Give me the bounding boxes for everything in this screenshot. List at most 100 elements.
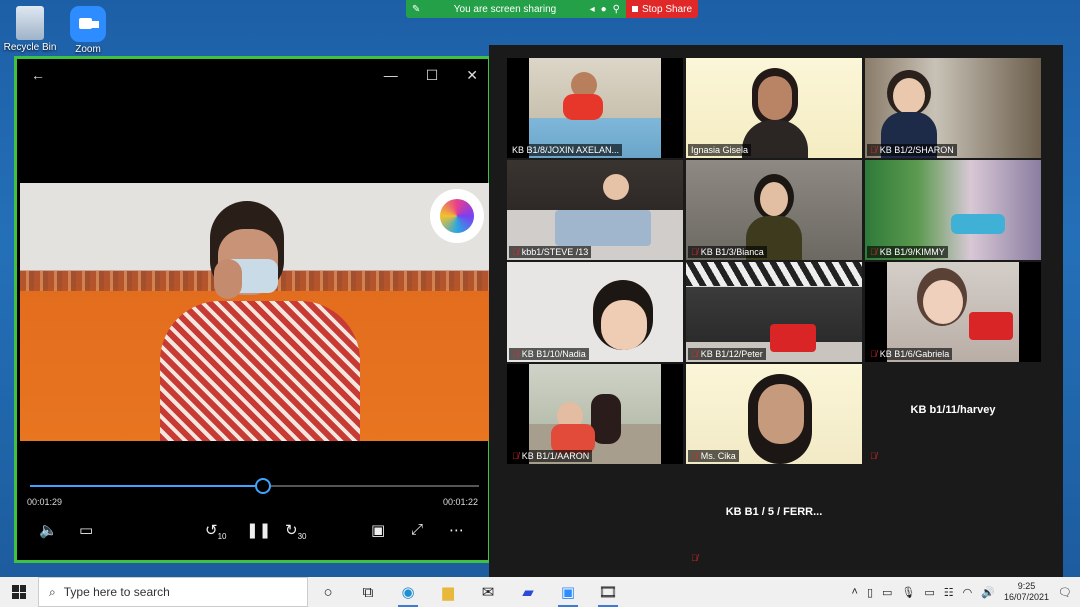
participant-tile[interactable]: 🎙̸ KB B1/10/Nadia bbox=[507, 262, 683, 362]
participant-tile[interactable]: 🎙̸ KB B1/3/Bianca bbox=[686, 160, 862, 260]
app-icon[interactable]: ▰ bbox=[508, 577, 548, 607]
stop-share-label: Stop Share bbox=[641, 3, 693, 15]
more-icon[interactable]: ⋯ bbox=[449, 521, 464, 539]
participant-tile-no-video[interactable]: KB b1/11/harvey 🎙̸ bbox=[865, 364, 1041, 464]
microphone-icon[interactable]: 🎙 bbox=[901, 586, 915, 599]
wifi-icon[interactable]: ◠ bbox=[963, 586, 973, 599]
player-titlebar: ← — ☐ ✕ bbox=[17, 59, 488, 91]
start-button[interactable] bbox=[0, 577, 38, 607]
seek-thumb[interactable] bbox=[255, 478, 272, 494]
clock[interactable]: 9:25 16/07/2021 bbox=[1004, 581, 1049, 603]
participant-tile[interactable]: 🎙̸ KB B1/1/AARON bbox=[507, 364, 683, 464]
participant-tile[interactable]: 🎙̸ kbb1/STEVE /13 bbox=[507, 160, 683, 260]
elapsed-time: 00:01:29 bbox=[27, 497, 63, 507]
windows-logo-icon bbox=[12, 585, 26, 599]
mic-muted-icon: 🎙̸ bbox=[512, 247, 519, 257]
shield-icon[interactable]: ⚲ bbox=[613, 4, 620, 15]
volume-icon[interactable]: 🔈 bbox=[39, 521, 58, 539]
media-player-window: ← — ☐ ✕ 00:01:29 00:01:22 🔈 ▭ ↺10 ❚❚ ↻30… bbox=[14, 56, 491, 563]
back-arrow-icon[interactable]: ← bbox=[31, 67, 45, 83]
taskbar-search-input[interactable]: ⌕ Type here to search bbox=[38, 577, 308, 607]
media-player-icon[interactable]: 🎞 bbox=[588, 577, 628, 607]
edge-icon[interactable]: ◉ bbox=[388, 577, 428, 607]
player-controls: 🔈 ▭ ↺10 ❚❚ ↻30 ▣ ⤢ ⋯ bbox=[17, 521, 488, 545]
recycle-bin-label: Recycle Bin bbox=[3, 42, 57, 53]
file-explorer-icon[interactable]: ▆ bbox=[428, 577, 468, 607]
participant-name: KB B1/8/JOXIN AXELAN... bbox=[509, 144, 623, 156]
zoom-icon[interactable]: ▣ bbox=[548, 577, 588, 607]
recycle-bin-desktop-icon[interactable]: Recycle Bin bbox=[0, 6, 60, 53]
participant-name: 🎙̸ kbb1/STEVE /13 bbox=[509, 246, 592, 258]
mail-icon[interactable]: ✉ bbox=[468, 577, 508, 607]
mic-muted-icon: 🎙̸ bbox=[870, 349, 877, 359]
forward-30-icon[interactable]: ↻30 bbox=[285, 521, 306, 541]
participant-tile[interactable]: 🎙̸ KB B1/12/Peter bbox=[686, 262, 862, 362]
zoom-desktop-icon[interactable]: Zoom bbox=[58, 6, 118, 55]
seek-bar[interactable] bbox=[30, 478, 479, 494]
participant-tile-no-video[interactable]: KB B1 / 5 / FERR... 🎙̸ bbox=[686, 466, 862, 566]
participant-tile[interactable]: 🎙̸ KB B1/2/SHARON bbox=[865, 58, 1041, 158]
share-status-text: You are screen sharing bbox=[453, 3, 557, 15]
task-view-icon[interactable]: ⧉ bbox=[348, 577, 388, 607]
presenter-figure bbox=[150, 201, 370, 441]
fullscreen-icon[interactable]: ⤢ bbox=[411, 521, 423, 538]
participant-tile[interactable]: 🎙̸ Ms. Cika bbox=[686, 364, 862, 464]
screen-share-bar: ✎ You are screen sharing ◂ ● ⚲ Stop Shar… bbox=[406, 0, 698, 18]
participant-name: 🎙̸ KB B1/2/SHARON bbox=[867, 144, 957, 156]
notifications-icon[interactable]: 🗨 bbox=[1058, 586, 1072, 599]
mic-muted-icon: 🎙̸ bbox=[512, 451, 519, 461]
seek-progress bbox=[30, 485, 264, 487]
mic-muted-icon: 🎙̸ bbox=[691, 349, 698, 359]
chevron-up-icon[interactable]: ˄ bbox=[852, 586, 858, 598]
participant-name: KB B1 / 5 / FERR... bbox=[725, 506, 823, 518]
mic-muted-icon: 🎙̸ bbox=[870, 451, 877, 461]
participant-name: 🎙̸ KB B1/9/KIMMY bbox=[867, 246, 948, 258]
cortana-icon[interactable]: ○ bbox=[308, 577, 348, 607]
video-frame[interactable] bbox=[20, 183, 490, 441]
search-placeholder: Type here to search bbox=[63, 585, 170, 599]
search-icon: ⌕ bbox=[49, 584, 56, 599]
mute-indicator: 🎙̸ bbox=[688, 552, 701, 564]
maximize-icon[interactable]: ☐ bbox=[426, 67, 439, 84]
pause-icon[interactable]: ❚❚ bbox=[246, 521, 271, 539]
participant-name: 🎙̸ Ms. Cika bbox=[688, 450, 739, 462]
stop-share-button[interactable]: Stop Share bbox=[626, 0, 698, 18]
participant-name: 🎙̸ KB B1/6/Gabriela bbox=[867, 348, 953, 360]
mute-indicator: 🎙̸ bbox=[867, 450, 880, 462]
audio-icon[interactable]: ◂ bbox=[590, 4, 595, 15]
participant-name: 🎙̸ KB B1/10/Nadia bbox=[509, 348, 589, 360]
rewind-10-icon[interactable]: ↺10 bbox=[205, 521, 226, 541]
mic-muted-icon: 🎙̸ bbox=[870, 247, 877, 257]
volume-tray-icon[interactable]: 🔊 bbox=[981, 586, 995, 599]
pin-icon[interactable]: ✎ bbox=[412, 4, 420, 15]
remaining-time: 00:01:22 bbox=[442, 497, 478, 507]
meet-now-icon[interactable]: ▭ bbox=[882, 586, 892, 599]
subtitles-icon[interactable]: ▭ bbox=[79, 521, 93, 539]
battery-icon[interactable]: ▭ bbox=[924, 586, 934, 599]
mic-muted-icon: 🎙̸ bbox=[691, 451, 698, 461]
taskbar: ⌕ Type here to search ○ ⧉ ◉ ▆ ✉ ▰ ▣ 🎞 ˄ … bbox=[0, 577, 1080, 607]
participant-name: 🎙̸ KB B1/1/AARON bbox=[509, 450, 593, 462]
forward-label: 30 bbox=[297, 532, 307, 541]
system-tray: ˄ ▯ ▭ 🎙 ▭ ☷ ◠ 🔊 9:25 16/07/2021 🗨 bbox=[852, 581, 1080, 603]
zoom-gallery-view: KB B1/8/JOXIN AXELAN... Ignasia Gisela 🎙… bbox=[489, 45, 1063, 581]
participant-tile[interactable]: KB B1/8/JOXIN AXELAN... bbox=[507, 58, 683, 158]
clock-time: 9:25 bbox=[1017, 581, 1036, 591]
participant-name: Ignasia Gisela bbox=[688, 144, 752, 156]
record-icon[interactable]: ● bbox=[601, 4, 607, 15]
rewind-label: 10 bbox=[217, 532, 227, 541]
close-icon[interactable]: ✕ bbox=[466, 67, 478, 84]
share-status: ✎ You are screen sharing ◂ ● ⚲ bbox=[406, 0, 626, 18]
logo-mark-icon bbox=[440, 199, 474, 233]
usb-icon[interactable]: ▯ bbox=[867, 586, 873, 599]
participant-tile-active-speaker[interactable]: Ignasia Gisela bbox=[686, 58, 862, 158]
minimize-icon[interactable]: — bbox=[384, 67, 398, 84]
zoom-app-icon bbox=[70, 6, 106, 42]
participant-tile[interactable]: 🎙̸ KB B1/9/KIMMY bbox=[865, 160, 1041, 260]
network-icon[interactable]: ☷ bbox=[944, 586, 954, 599]
school-logo bbox=[430, 189, 484, 243]
mini-view-icon[interactable]: ▣ bbox=[371, 521, 385, 539]
participant-name: 🎙̸ KB B1/3/Bianca bbox=[688, 246, 767, 258]
participant-tile[interactable]: 🎙̸ KB B1/6/Gabriela bbox=[865, 262, 1041, 362]
clock-date: 16/07/2021 bbox=[1003, 592, 1050, 602]
